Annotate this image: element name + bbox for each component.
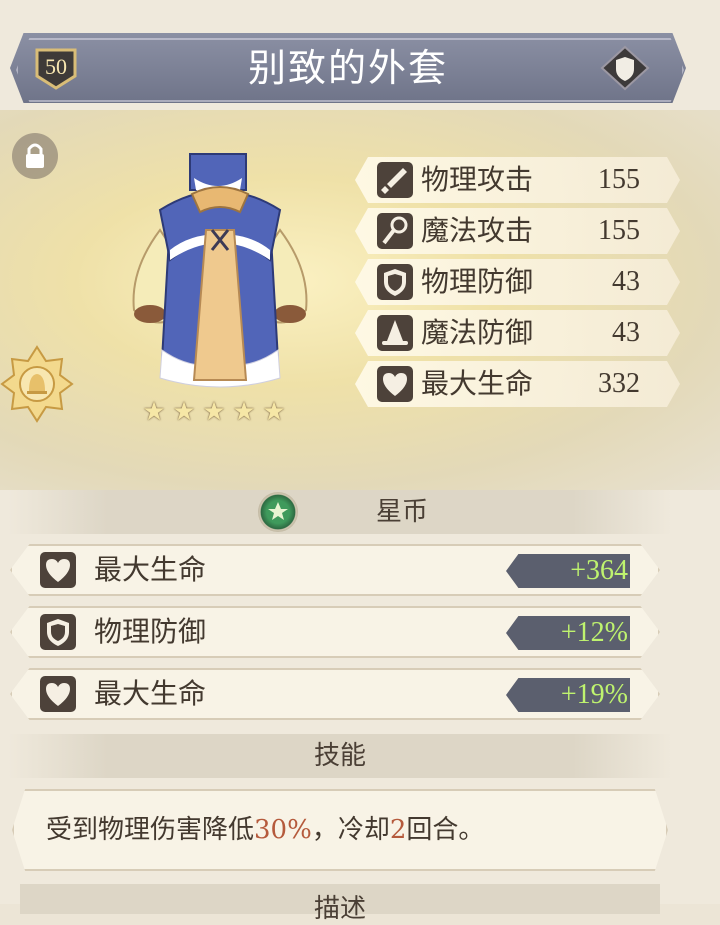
star-icon: ★	[202, 397, 226, 427]
sword-icon	[377, 162, 413, 198]
staff-icon	[377, 213, 413, 249]
item-name: 别致的外套	[247, 46, 448, 90]
shield-icon	[377, 264, 413, 300]
heart-icon	[377, 366, 413, 402]
bonus-row: 最大生命 +364	[10, 544, 660, 596]
stat-row-magic-defense: 魔法防御 43	[355, 310, 680, 356]
skill-description: 受到物理伤害降低30%，冷却2回合。	[46, 815, 485, 845]
description-title: 描述	[313, 894, 366, 924]
currency-title: 星币	[375, 497, 428, 527]
stat-row-max-hp: 最大生命 332	[355, 361, 680, 407]
bonus-value: +364	[570, 555, 628, 586]
stat-row-physical-attack: 物理攻击 155	[355, 157, 680, 203]
shield-icon	[40, 614, 76, 650]
item-level: 50	[45, 54, 67, 79]
coat-illustration	[120, 150, 320, 400]
bonus-value: +19%	[560, 679, 628, 710]
bonus-row: 物理防御 +12%	[10, 606, 660, 658]
item-detail-panel: 别致的外套 50 ★ ★ ★ ★ ★ 物理攻击 155 魔法攻击 155 物理防…	[0, 0, 720, 924]
star-icon: ★	[172, 397, 196, 427]
damage-reduction-value: 30%	[254, 815, 312, 845]
armor-type-icon	[600, 45, 650, 91]
star-icon: ★	[262, 397, 286, 427]
star-rating: ★ ★ ★ ★ ★	[140, 398, 290, 426]
lock-button[interactable]	[12, 133, 58, 179]
stat-row-magic-attack: 魔法攻击 155	[355, 208, 680, 254]
bell-emblem-icon[interactable]	[0, 345, 74, 423]
bonus-row: 最大生命 +19%	[10, 668, 660, 720]
heart-icon	[40, 676, 76, 712]
skill-title: 技能	[313, 741, 366, 771]
lock-icon	[26, 143, 44, 168]
stat-row-physical-defense: 物理防御 43	[355, 259, 680, 305]
wizard-hat-icon	[377, 315, 413, 351]
heart-icon	[40, 552, 76, 588]
star-icon: ★	[232, 397, 256, 427]
bonus-value: +12%	[560, 617, 628, 648]
star-icon: ★	[142, 397, 166, 427]
cooldown-value: 2	[389, 815, 407, 845]
